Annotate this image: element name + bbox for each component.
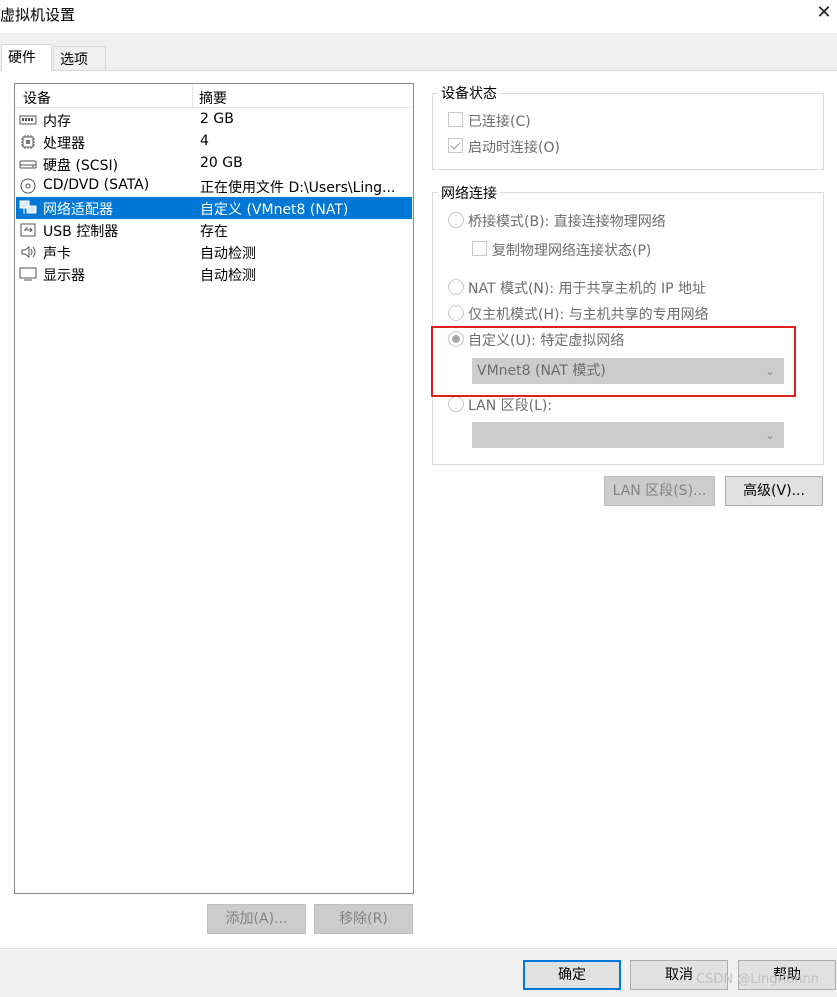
lan-segment-select[interactable]: ⌄ [472,422,784,448]
lan-segment-label[interactable]: LAN 区段(L): [468,395,552,415]
device-summary: 4 [200,133,209,149]
replicate-state-checkbox[interactable] [472,241,487,256]
device-row-memory[interactable]: 内存 2 GB [16,109,412,131]
sound-card-icon [21,246,36,258]
device-name: 内存 [43,114,71,130]
lan-segment-radio[interactable] [448,396,464,412]
device-row-hard-disk[interactable]: 硬盘 (SCSI) 20 GB [16,153,412,175]
host-only-label[interactable]: 仅主机模式(H): 与主机共享的专用网络 [468,304,709,324]
column-header-summary[interactable]: 摘要 [199,88,227,108]
device-row-display[interactable]: 显示器 自动检测 [16,263,412,285]
nat-label[interactable]: NAT 模式(N): 用于共享主机的 IP 地址 [468,278,706,298]
ok-button[interactable]: 确定 [523,960,621,990]
device-name: 硬盘 (SCSI) [43,158,119,174]
device-summary: 自动检测 [200,246,256,262]
device-summary: 2 GB [200,111,234,127]
column-header-device[interactable]: 设备 [23,88,51,108]
cd-dvd-icon [20,178,36,194]
remove-button[interactable]: 移除(R) [314,904,413,934]
close-icon[interactable]: ✕ [814,2,834,23]
device-list-header: 设备 摘要 [15,84,413,108]
device-list[interactable]: 设备 摘要 内存 2 GB 处理器 4 硬盘 (SCSI) 20 GB CD/D… [14,83,414,894]
processor-icon [21,135,35,149]
chevron-down-icon: ⌄ [764,428,775,442]
display-icon [19,267,37,281]
device-name: USB 控制器 [43,224,119,240]
device-status-group [432,93,824,170]
device-row-processor[interactable]: 处理器 4 [16,131,412,153]
lan-segments-button[interactable]: LAN 区段(S)... [604,476,715,506]
window-title: 虚拟机设置 [0,6,76,24]
device-row-cd-dvd[interactable]: CD/DVD (SATA) 正在使用文件 D:\Users\Ling... [16,175,412,197]
column-divider[interactable] [192,84,193,108]
device-name: 声卡 [43,246,71,262]
device-name: 显示器 [43,268,85,284]
device-summary: 自定义 (VMnet8 (NAT) [200,202,349,218]
tab-options[interactable]: 选项 [53,46,106,70]
device-name: CD/DVD (SATA) [43,177,150,193]
connected-label[interactable]: 已连接(C) [468,111,531,131]
device-row-usb[interactable]: USB 控制器 存在 [16,219,412,241]
nat-radio[interactable] [448,279,464,295]
network-connection-title: 网络连接 [438,183,500,203]
watermark: CSDN @LingRannn [696,972,819,987]
bridged-radio[interactable] [448,212,464,228]
device-summary: 20 GB [200,155,243,171]
hard-disk-icon [19,160,37,169]
device-summary: 正在使用文件 D:\Users\Ling... [200,180,396,196]
device-name: 网络适配器 [43,202,113,218]
device-summary: 自动检测 [200,268,256,284]
device-status-title: 设备状态 [438,83,500,103]
device-summary: 存在 [200,224,228,240]
highlight-box [431,326,796,397]
device-row-network-adapter[interactable]: 网络适配器 自定义 (VMnet8 (NAT) [16,197,412,219]
advanced-button[interactable]: 高级(V)... [725,476,823,506]
host-only-radio[interactable] [448,305,464,321]
connect-at-power-on-checkbox[interactable] [448,138,463,153]
bridged-label[interactable]: 桥接模式(B): 直接连接物理网络 [468,211,666,231]
tab-hardware[interactable]: 硬件 [1,44,52,71]
usb-icon [20,223,36,237]
replicate-state-label[interactable]: 复制物理网络连接状态(P) [492,240,651,260]
memory-icon [19,115,37,125]
device-row-sound-card[interactable]: 声卡 自动检测 [16,241,412,263]
connect-at-power-on-label[interactable]: 启动时连接(O) [468,137,560,157]
device-name: 处理器 [43,136,85,152]
network-adapter-icon [19,200,37,214]
connected-checkbox[interactable] [448,112,463,127]
add-button[interactable]: 添加(A)... [207,904,306,934]
